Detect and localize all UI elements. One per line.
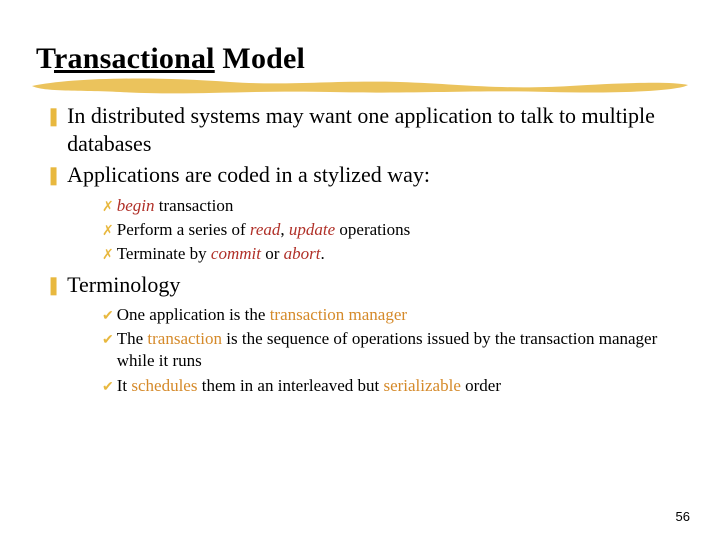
perform-sep: , — [280, 220, 289, 239]
x-bullet-icon: ✗ — [102, 196, 114, 218]
bullet-stylized: ❚ Applications are coded in a stylized w… — [46, 161, 684, 189]
sub-terminate: ✗ Terminate by commit or abort. — [102, 243, 684, 265]
title-underlined: ransactional — [54, 42, 215, 75]
y-bullet-icon: ✔ — [102, 376, 114, 398]
bullet-text: Terminology — [67, 271, 684, 299]
sched-term2: serializable — [383, 376, 460, 395]
begin-keyword: begin — [117, 196, 155, 215]
tx-pre: The — [117, 329, 148, 348]
sub-perform: ✗ Perform a series of read, update opera… — [102, 219, 684, 241]
sched-mid: them in an interleaved but — [197, 376, 383, 395]
update-keyword: update — [289, 220, 335, 239]
sub-block-coding: ✗ begin transaction ✗ Perform a series o… — [102, 195, 684, 265]
x-bullet-icon: ✗ — [102, 244, 114, 266]
bullet-text: Applications are coded in a stylized way… — [67, 161, 684, 189]
perform-pre: Perform a series of — [117, 220, 250, 239]
title-pre: T — [36, 42, 54, 75]
bullet-text: In distributed systems may want one appl… — [67, 102, 684, 157]
square-bullet-icon: ❚ — [46, 163, 61, 191]
bullet-distributed: ❚ In distributed systems may want one ap… — [46, 102, 684, 157]
sub-text: The transaction is the sequence of opera… — [117, 328, 684, 372]
x-bullet-icon: ✗ — [102, 220, 114, 242]
sched-pre: It — [117, 376, 132, 395]
bullet-terminology: ❚ Terminology — [46, 271, 684, 299]
terminate-post: . — [320, 244, 324, 263]
sub-schedules: ✔ It schedules them in an interleaved bu… — [102, 375, 684, 397]
page-number: 56 — [676, 509, 690, 524]
sub-text: Perform a series of read, update operati… — [117, 219, 684, 241]
terminate-pre: Terminate by — [117, 244, 211, 263]
terminate-or: or — [261, 244, 284, 263]
begin-rest: transaction — [155, 196, 234, 215]
abort-keyword: abort — [284, 244, 321, 263]
title-underline-brush — [30, 72, 690, 100]
sched-term1: schedules — [131, 376, 197, 395]
sub-text: Terminate by commit or abort. — [117, 243, 684, 265]
tm-term: transaction manager — [270, 305, 407, 324]
title-wrap: Transactional Model — [36, 42, 684, 76]
sub-text: One application is the transaction manag… — [117, 304, 684, 326]
read-keyword: read — [250, 220, 281, 239]
slide: Transactional Model ❚ In distributed sys… — [0, 0, 720, 423]
sub-transaction: ✔ The transaction is the sequence of ope… — [102, 328, 684, 372]
sub-text: It schedules them in an interleaved but … — [117, 375, 684, 397]
sub-tm: ✔ One application is the transaction man… — [102, 304, 684, 326]
sub-block-terminology: ✔ One application is the transaction man… — [102, 304, 684, 396]
tx-term: transaction — [147, 329, 222, 348]
square-bullet-icon: ❚ — [46, 104, 61, 159]
title-post: Model — [215, 42, 305, 75]
sub-begin: ✗ begin transaction — [102, 195, 684, 217]
sub-text: begin transaction — [117, 195, 684, 217]
commit-keyword: commit — [211, 244, 261, 263]
perform-post: operations — [335, 220, 410, 239]
y-bullet-icon: ✔ — [102, 305, 114, 327]
square-bullet-icon: ❚ — [46, 273, 61, 301]
sched-post: order — [461, 376, 501, 395]
y-bullet-icon: ✔ — [102, 329, 114, 373]
slide-title: Transactional Model — [36, 42, 684, 76]
tm-pre: One application is the — [117, 305, 270, 324]
